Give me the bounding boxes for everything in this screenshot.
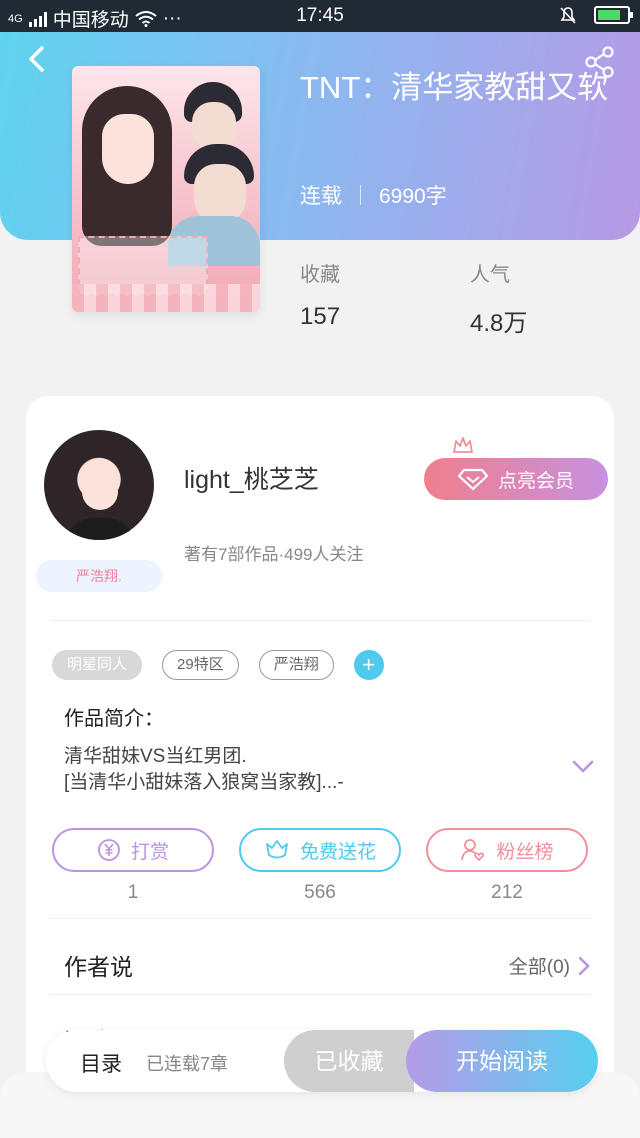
intro-line: 清华甜妹VS当红男团. (64, 746, 247, 767)
tag-item[interactable]: 明星同人 (52, 650, 143, 680)
divider (50, 994, 590, 995)
status-bar: 4G 中国移动 ··· 17:45 (0, 0, 640, 32)
favorites-label: 收藏 (300, 264, 340, 286)
add-tag-button[interactable]: + (353, 650, 384, 680)
popularity-label: 人气 (470, 264, 510, 286)
bottom-action-bar: 目录 已连载7章 已收藏 开始阅读 (46, 1030, 598, 1092)
send-flower-label: 免费送花 (299, 841, 376, 863)
flower-icon (266, 840, 288, 859)
chevron-right-icon (578, 956, 590, 975)
crown-icon (453, 437, 473, 453)
tip-button[interactable]: 打赏 (52, 828, 214, 872)
intro-label: 作品简介： (64, 708, 164, 730)
popularity-stat: 人气 4.8万 (470, 258, 527, 338)
user-heart-icon (461, 839, 485, 862)
chapter-count: 已连载7章 (146, 1054, 229, 1074)
clock: 17:45 (296, 5, 344, 26)
favorites-stat: 收藏 157 (300, 258, 340, 331)
intro-text[interactable]: 清华甜妹VS当红男团. [当清华小甜妹落入狼窝当家教]...- (64, 744, 544, 796)
toc-button[interactable]: 目录 (80, 1048, 122, 1078)
word-count: 6990字 (379, 185, 447, 208)
bell-muted-icon (560, 7, 576, 24)
favorites-value: 157 (300, 303, 341, 330)
tip-label: 打赏 (130, 841, 169, 863)
divider (360, 185, 361, 205)
tag-item[interactable]: 严浩翔 (258, 650, 334, 680)
fan-ranking-button[interactable]: 粉丝榜 (426, 828, 588, 872)
book-title: TNT：清华家教甜又软 (300, 70, 609, 105)
fan-ranking-label: 粉丝榜 (496, 841, 554, 863)
back-icon[interactable] (22, 44, 52, 74)
author-avatar[interactable] (44, 430, 154, 540)
book-cover-image[interactable] (72, 66, 260, 312)
fan-count: 212 (491, 882, 523, 903)
author-says-title: 作者说 (64, 954, 133, 980)
intro-line: [当清华小甜妹落入狼窝当家教]...- (64, 772, 344, 793)
vip-button[interactable]: 点亮会员 (424, 458, 608, 500)
serial-status: 连载 (300, 185, 342, 208)
chevron-down-icon[interactable] (572, 760, 594, 774)
divider (50, 620, 590, 621)
book-meta: 连载 6990字 (300, 180, 447, 210)
favorited-button[interactable]: 已收藏 (284, 1030, 414, 1092)
flower-count: 566 (304, 882, 336, 903)
tag-item[interactable]: 29特区 (162, 650, 239, 680)
tip-count: 1 (127, 882, 139, 903)
start-reading-button[interactable]: 开始阅读 (406, 1030, 598, 1092)
yen-icon (98, 839, 120, 861)
tag-list: 明星同人 29特区 严浩翔 + (52, 650, 384, 680)
send-flower-button[interactable]: 免费送花 (239, 828, 401, 872)
author-badge: 严浩翔. (36, 560, 162, 592)
battery-icon (594, 6, 633, 24)
author-says-all-link[interactable]: 全部(0) (509, 952, 590, 979)
vip-button-label: 点亮会员 (497, 470, 574, 492)
author-name[interactable]: light_桃芝芝 (184, 460, 319, 496)
author-meta: 著有7部作品·499人关注 (184, 545, 364, 564)
popularity-value: 4.8万 (470, 310, 528, 337)
book-detail-card: 严浩翔. light_桃芝芝 著有7部作品·499人关注 点亮会员 明星同人 2… (26, 396, 614, 1138)
author-says-all-label: 全部(0) (508, 957, 570, 978)
divider (50, 918, 590, 919)
diamond-icon (457, 468, 488, 490)
